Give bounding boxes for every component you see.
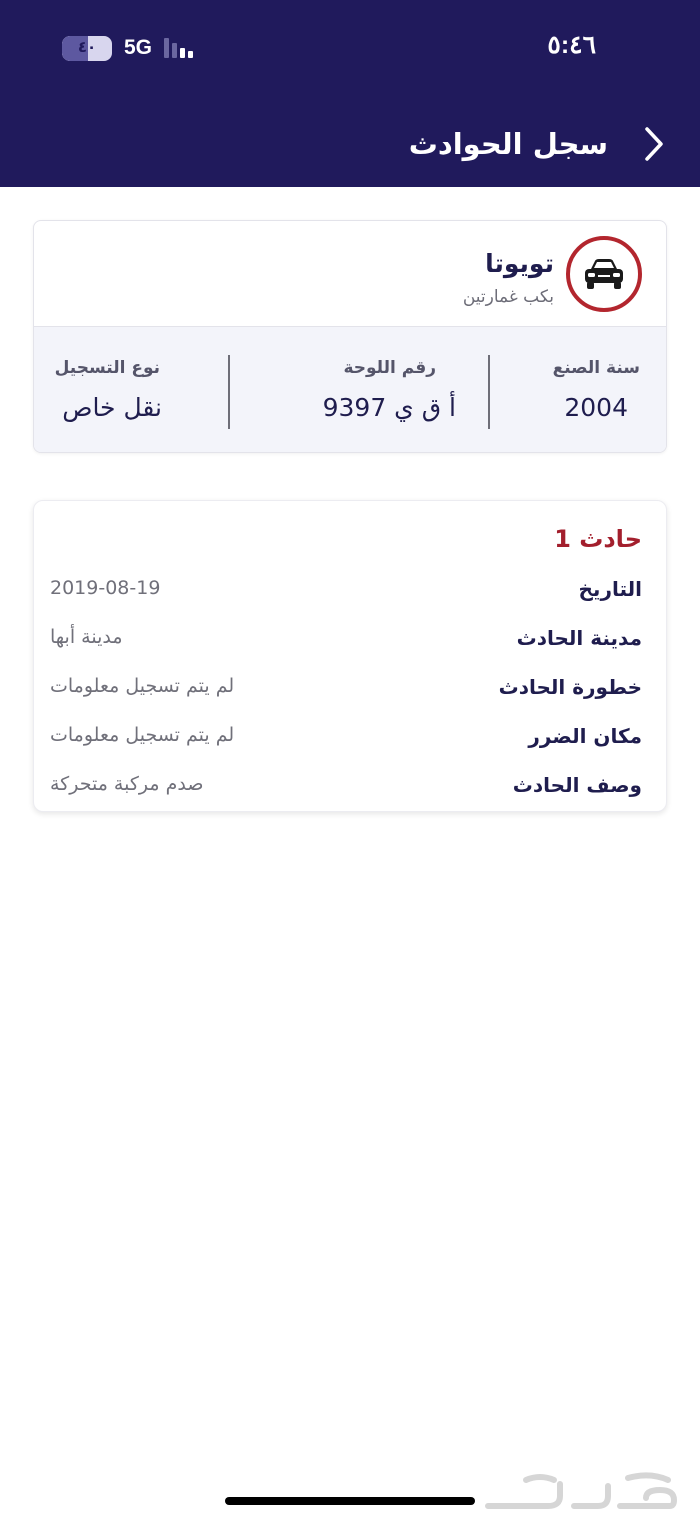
brand-logo xyxy=(566,236,642,312)
car-icon xyxy=(585,259,623,289)
detail-label: سنة الصنع xyxy=(552,358,640,378)
vehicle-model: بكب غمارتين xyxy=(462,287,554,307)
status-time: ٥:٤٦ xyxy=(547,31,596,59)
row-value: لم يتم تسجيل معلومات xyxy=(50,724,235,746)
detail-value: 2004 xyxy=(564,393,628,422)
detail-label: رقم اللوحة xyxy=(343,358,436,378)
vehicle-brand: تويوتا xyxy=(485,249,554,278)
row-label: مكان الضرر xyxy=(528,724,642,748)
battery-level: ٤٠ xyxy=(77,37,97,56)
detail-value: نقل خاص xyxy=(62,393,162,422)
vehicle-summary: تويوتا بكب غمارتين xyxy=(34,221,666,326)
accident-card[interactable]: حادث 1 التاريخ 2019-08-19 مدينة الحادث م… xyxy=(33,500,667,812)
row-value: 2019-08-19 xyxy=(50,577,161,599)
row-label: التاريخ xyxy=(578,577,642,601)
row-label: مدينة الحادث xyxy=(516,626,642,650)
back-button[interactable] xyxy=(638,124,670,164)
network-type: 5G xyxy=(124,36,153,59)
vehicle-card: تويوتا بكب غمارتين سنة الصنع 2004 رقم ال… xyxy=(33,220,667,453)
signal-icon xyxy=(164,38,194,58)
detail-manufacture-year: سنة الصنع 2004 xyxy=(488,327,666,452)
status-indicators: ٤٠ 5G xyxy=(62,34,194,62)
row-value: لم يتم تسجيل معلومات xyxy=(50,675,235,697)
detail-value: أ ق ي 9397 xyxy=(322,393,456,422)
detail-plate-number: رقم اللوحة أ ق ي 9397 xyxy=(230,327,488,452)
chevron-right-icon xyxy=(645,127,663,161)
detail-registration-type: نوع التسجيل نقل خاص xyxy=(34,327,228,452)
battery-icon: ٤٠ xyxy=(62,35,112,61)
accident-title: حادث 1 xyxy=(554,525,642,553)
row-label: وصف الحادث xyxy=(512,773,642,797)
home-indicator[interactable] xyxy=(225,1497,475,1505)
detail-divider xyxy=(228,355,230,429)
app-header: ٤٠ 5G ٥:٤٦ سجل الحوادث xyxy=(0,0,700,187)
detail-label: نوع التسجيل xyxy=(54,358,160,378)
vehicle-details: سنة الصنع 2004 رقم اللوحة أ ق ي 9397 نوع… xyxy=(34,326,666,452)
row-value: مدينة أبها xyxy=(50,626,123,648)
detail-divider xyxy=(488,355,490,429)
haraj-watermark-logo xyxy=(485,1472,677,1509)
row-value: صدم مركبة متحركة xyxy=(50,773,204,795)
page-title: سجل الحوادث xyxy=(408,127,608,161)
row-label: خطورة الحادث xyxy=(498,675,642,699)
